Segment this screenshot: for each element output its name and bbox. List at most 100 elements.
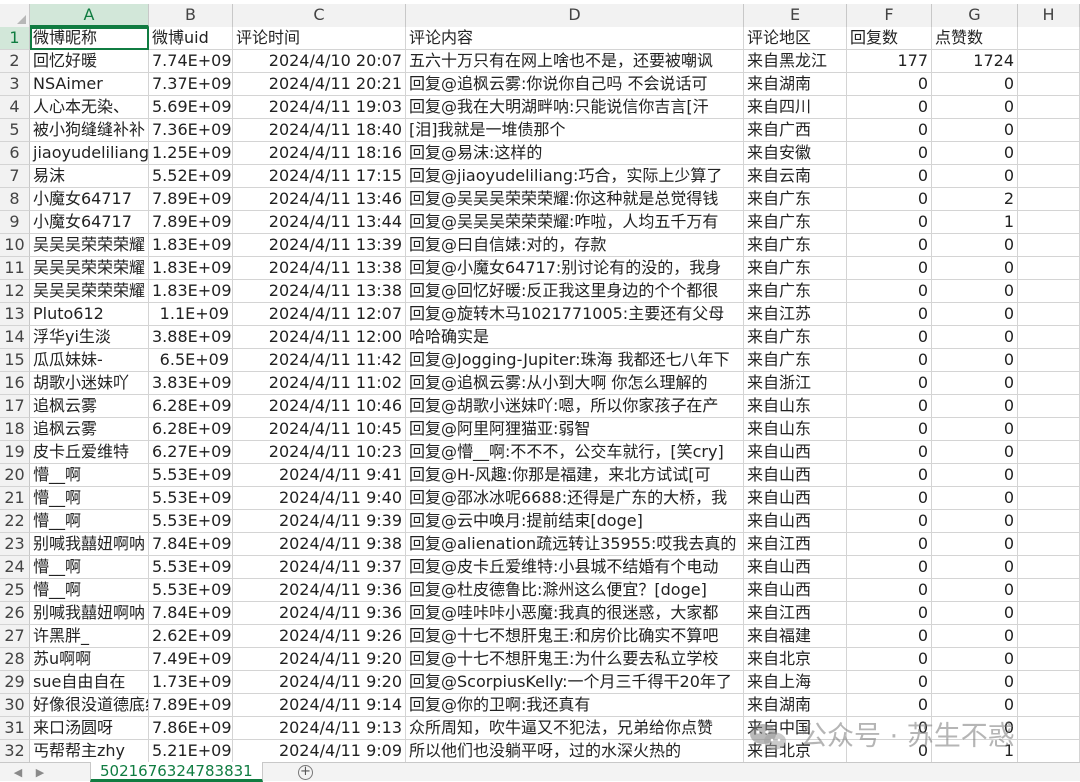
table-cell[interactable]: 2024/4/11 9:36 [233, 602, 406, 625]
header-cell[interactable]: 回复数 [847, 27, 932, 50]
table-cell[interactable]: 0 [847, 73, 932, 96]
table-cell[interactable]: 0 [932, 556, 1018, 579]
table-cell[interactable]: 吴吴吴荣荣荣耀 [30, 257, 149, 280]
table-cell[interactable]: 6.5E+09 [149, 349, 233, 372]
table-cell[interactable]: 来自山西 [744, 556, 847, 579]
table-cell[interactable]: 7.89E+09 [149, 694, 233, 717]
row-number[interactable]: 20 [0, 464, 30, 487]
table-cell[interactable]: 好像很没道德底线 [30, 694, 149, 717]
table-cell[interactable] [1018, 648, 1080, 671]
table-cell[interactable]: 回复@Jogging-Jupiter:珠海 我都还七八年下 [406, 349, 744, 372]
table-cell[interactable] [1018, 234, 1080, 257]
table-cell[interactable]: 1.83E+09 [149, 234, 233, 257]
table-cell[interactable] [1018, 96, 1080, 119]
table-cell[interactable]: 别喊我囍妞啊呐 [30, 602, 149, 625]
table-cell[interactable]: 0 [932, 694, 1018, 717]
table-cell[interactable]: 来自北京 [744, 648, 847, 671]
table-cell[interactable]: 1724 [932, 50, 1018, 73]
table-cell[interactable]: 2024/4/11 10:46 [233, 395, 406, 418]
table-cell[interactable]: 来自山东 [744, 395, 847, 418]
row-number[interactable]: 2 [0, 50, 30, 73]
table-cell[interactable]: 回复@jiaoyudeliliang:巧合，实际上少算了 [406, 165, 744, 188]
table-cell[interactable]: 来自广东 [744, 280, 847, 303]
table-cell[interactable]: 2024/4/11 9:41 [233, 464, 406, 487]
table-cell[interactable]: 回复@十七不想肝鬼王:为什么要去私立学校 [406, 648, 744, 671]
table-cell[interactable]: 1 [932, 211, 1018, 234]
table-cell[interactable]: 0 [847, 165, 932, 188]
table-cell[interactable]: 0 [932, 579, 1018, 602]
table-cell[interactable] [1018, 556, 1080, 579]
table-cell[interactable]: 1.73E+09 [149, 671, 233, 694]
table-cell[interactable]: 0 [932, 487, 1018, 510]
table-cell[interactable]: 0 [932, 349, 1018, 372]
table-cell[interactable] [1018, 349, 1080, 372]
table-cell[interactable]: 0 [847, 579, 932, 602]
table-cell[interactable]: 2024/4/10 20:07 [233, 50, 406, 73]
table-cell[interactable]: 0 [847, 234, 932, 257]
table-cell[interactable]: 来口汤圆呀 [30, 717, 149, 740]
table-cell[interactable] [1018, 533, 1080, 556]
row-number[interactable]: 24 [0, 556, 30, 579]
table-cell[interactable]: 2024/4/11 9:37 [233, 556, 406, 579]
table-cell[interactable]: 2024/4/11 9:36 [233, 579, 406, 602]
column-header-c[interactable]: C [233, 4, 406, 27]
row-number[interactable]: 10 [0, 234, 30, 257]
table-cell[interactable]: 5.53E+09 [149, 464, 233, 487]
table-cell[interactable]: 5.53E+09 [149, 510, 233, 533]
next-sheet-arrow-icon[interactable]: ▶ [32, 764, 48, 781]
table-cell[interactable]: NSAimer [30, 73, 149, 96]
table-cell[interactable]: 许黑胖_ [30, 625, 149, 648]
table-cell[interactable]: 0 [932, 303, 1018, 326]
table-cell[interactable]: 人心本无染、 [30, 96, 149, 119]
table-cell[interactable]: sue自由自在 [30, 671, 149, 694]
table-cell[interactable]: 0 [932, 96, 1018, 119]
table-cell[interactable]: 0 [847, 648, 932, 671]
table-cell[interactable]: 懵__啊 [30, 464, 149, 487]
table-cell[interactable]: 回复@追枫云雾:你说你自己吗 不会说话可 [406, 73, 744, 96]
table-cell[interactable]: 懵__啊 [30, 556, 149, 579]
sheet-tab-active[interactable]: 5021676324783831 [90, 762, 263, 782]
table-cell[interactable]: 懵__啊 [30, 487, 149, 510]
table-cell[interactable]: 0 [932, 418, 1018, 441]
row-number[interactable]: 1 [0, 27, 30, 50]
table-cell[interactable]: 0 [847, 349, 932, 372]
table-cell[interactable]: 来自江苏 [744, 303, 847, 326]
table-cell[interactable]: 5.69E+09 [149, 96, 233, 119]
table-cell[interactable] [1018, 487, 1080, 510]
table-cell[interactable]: 来自广东 [744, 349, 847, 372]
table-cell[interactable]: 7.74E+09 [149, 50, 233, 73]
table-cell[interactable]: 来自山西 [744, 441, 847, 464]
table-cell[interactable]: 0 [847, 533, 932, 556]
table-cell[interactable]: 0 [932, 395, 1018, 418]
row-number[interactable]: 26 [0, 602, 30, 625]
table-cell[interactable]: 2024/4/11 13:38 [233, 280, 406, 303]
header-cell[interactable]: 点赞数 [932, 27, 1018, 50]
row-number[interactable]: 6 [0, 142, 30, 165]
table-cell[interactable]: 回复@回忆好暖:反正我这里身边的个个都很 [406, 280, 744, 303]
table-cell[interactable]: 五六十万只有在网上啥也不是，还要被嘲讽 [406, 50, 744, 73]
row-number[interactable]: 23 [0, 533, 30, 556]
row-number[interactable]: 5 [0, 119, 30, 142]
table-cell[interactable] [1018, 625, 1080, 648]
table-cell[interactable]: 0 [932, 533, 1018, 556]
table-cell[interactable]: 2024/4/11 9:40 [233, 487, 406, 510]
table-cell[interactable]: 1.1E+09 [149, 303, 233, 326]
table-cell[interactable]: 2024/4/11 13:44 [233, 211, 406, 234]
header-cell[interactable]: 评论内容 [406, 27, 744, 50]
table-cell[interactable]: 0 [932, 464, 1018, 487]
table-cell[interactable]: 回复@追枫云雾:从小到大啊 你怎么理解的 [406, 372, 744, 395]
table-cell[interactable]: 2024/4/11 11:42 [233, 349, 406, 372]
table-cell[interactable]: 追枫云雾 [30, 395, 149, 418]
table-cell[interactable]: 回复@胡歌小迷妹吖:嗯，所以你家孩子在产 [406, 395, 744, 418]
table-cell[interactable]: 来自云南 [744, 165, 847, 188]
table-cell[interactable]: 2024/4/11 12:07 [233, 303, 406, 326]
row-number[interactable]: 8 [0, 188, 30, 211]
row-number[interactable]: 14 [0, 326, 30, 349]
table-cell[interactable]: 5.53E+09 [149, 487, 233, 510]
table-cell[interactable]: [泪]我就是一堆债那个 [406, 119, 744, 142]
row-number[interactable]: 12 [0, 280, 30, 303]
column-header-d[interactable]: D [406, 4, 744, 27]
header-cell[interactable] [1018, 27, 1080, 50]
table-cell[interactable] [1018, 188, 1080, 211]
table-cell[interactable]: 1.25E+09 [149, 142, 233, 165]
